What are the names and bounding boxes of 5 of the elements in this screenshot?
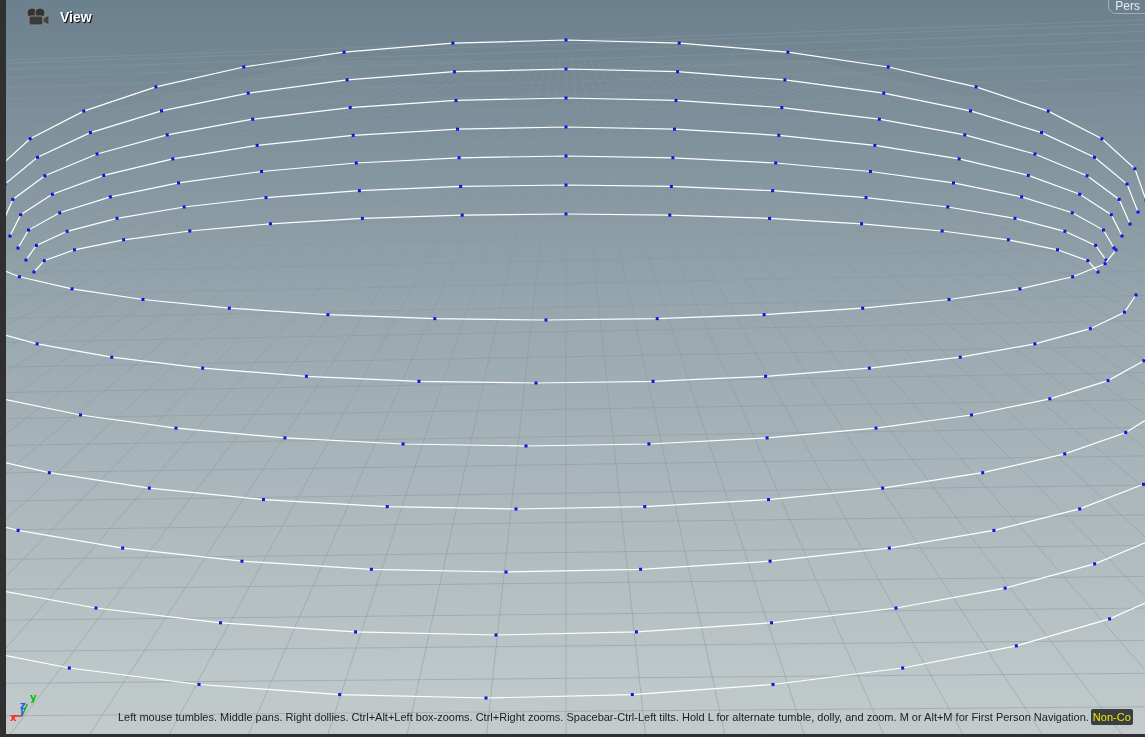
camera-menu-button[interactable]: Pers (1108, 0, 1145, 14)
camera-icon (24, 6, 50, 28)
viewport-title: View (60, 7, 92, 27)
navigation-hint: Left mouse tumbles. Middle pans. Right dollies. Ctrl+Alt+Left box-zooms. Ctrl+Right zooms. Spacebar-Ctrl-Left tilts. Hold L for alternate tumble, dolly, and zoom. M or Alt+M for First Person Navigation. (118, 709, 1089, 725)
mode-label: Non-Co (1090, 708, 1133, 725)
